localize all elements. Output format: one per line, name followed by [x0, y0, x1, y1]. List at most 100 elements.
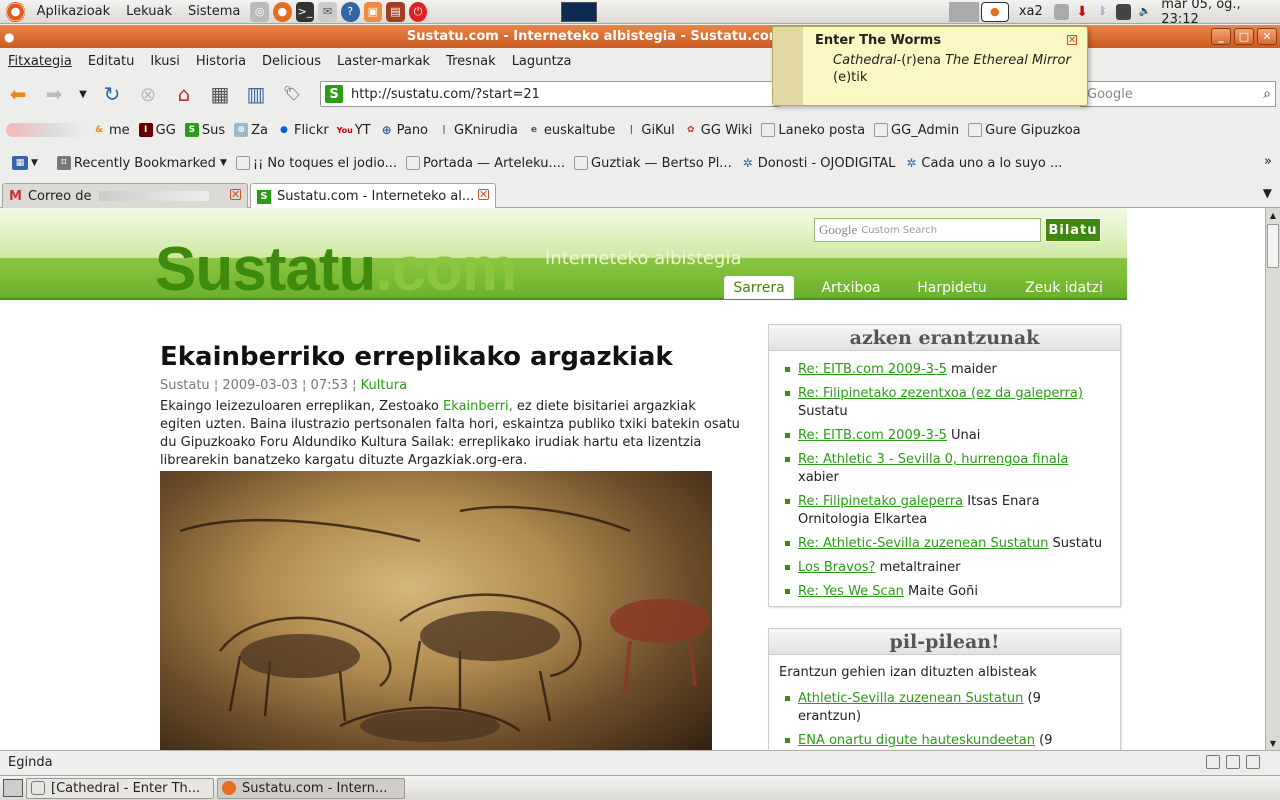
bookmark-arteleku[interactable]: Portada — Arteleku.... — [405, 156, 565, 171]
display-icon[interactable] — [1116, 3, 1132, 20]
menu-tools[interactable]: Tresnak — [438, 54, 504, 69]
help-launcher-icon[interactable]: ◎ — [250, 1, 270, 22]
search-input[interactable]: Google ⌕ — [1080, 81, 1276, 107]
popular-link[interactable]: Athletic-Sevilla zuzenean Sustatun — [798, 691, 1023, 706]
nav-artxiboa[interactable]: Artxiboa — [812, 276, 890, 299]
bookmark-me[interactable]: & me — [92, 123, 130, 138]
ekainberri-link[interactable]: Ekainberri, — [443, 399, 513, 414]
now-playing-notification[interactable]: Enter The Worms Cathedral-(r)ena The Eth… — [772, 26, 1088, 106]
update-notifier-icon[interactable]: ⬇ — [1075, 4, 1090, 20]
site-search-button[interactable]: Bilatu — [1045, 218, 1101, 242]
status-addon-icon[interactable] — [1226, 755, 1240, 769]
tab-sustatu[interactable]: S Sustatu.com - Interneteko al... ✕ — [250, 183, 496, 209]
bookmark-cada-uno[interactable]: ✲ Cada uno a lo suyo ... — [904, 156, 1062, 171]
bookmark-euskaltube[interactable]: e euskaltube — [527, 123, 616, 138]
minimize-icon[interactable]: _ — [1211, 28, 1231, 45]
tools-launcher-icon[interactable]: ▤ — [386, 1, 405, 22]
answer-link[interactable]: Re: Filipinetako galeperra — [798, 494, 963, 509]
status-addon-icon[interactable] — [1206, 755, 1220, 769]
bookmark-gure-gipuzkoa[interactable]: Gure Gipuzkoa — [968, 123, 1081, 138]
shutdown-launcher-icon[interactable]: ⏻ — [408, 1, 428, 22]
back-icon[interactable]: ⬅ — [4, 80, 32, 108]
menu-edit[interactable]: Editatu — [80, 54, 142, 69]
window-menu-icon[interactable]: ● — [4, 30, 14, 44]
forward-icon[interactable]: ➡ — [40, 80, 68, 108]
vertical-scrollbar[interactable]: ▲ ▼ — [1265, 208, 1280, 750]
url-bar[interactable]: S http://sustatu.com/?start=21 — [320, 81, 780, 107]
maximize-icon[interactable]: □ — [1234, 28, 1254, 45]
workspace-switcher[interactable] — [948, 1, 979, 22]
answer-link[interactable]: Re: Filipinetako zezentxoa (ez da galepe… — [798, 386, 1083, 401]
stop-icon[interactable]: ⊗ — [134, 80, 162, 108]
menu-help[interactable]: Laguntza — [504, 54, 580, 69]
nav-zeuk-idatzi[interactable]: Zeuk idatzi — [1018, 276, 1110, 299]
chevron-more-icon[interactable]: » — [1264, 154, 1272, 169]
firefox-tray-icon[interactable]: ● — [980, 1, 1009, 22]
menu-view[interactable]: Ikusi — [142, 54, 188, 69]
scrollbar-thumb[interactable] — [1267, 224, 1279, 268]
tab-list-dropdown-icon[interactable]: ▼ — [1263, 186, 1272, 200]
tag-icon[interactable]: 🏷 — [278, 80, 306, 108]
answer-link[interactable]: Re: Athletic 3 - Sevilla 0, hurrengoa fi… — [798, 452, 1068, 467]
network-icon[interactable] — [1053, 3, 1069, 20]
task-sustatu[interactable]: Sustatu.com - Intern... — [217, 777, 405, 799]
bookmark-recently-bookmarked[interactable]: ⌑ Recently Bookmarked ▼ — [56, 156, 227, 171]
answer-link[interactable]: Re: Athletic-Sevilla zuzenean Sustatun — [798, 536, 1048, 551]
close-tab-icon[interactable]: ✕ — [230, 188, 241, 201]
scroll-down-icon[interactable]: ▼ — [1266, 736, 1280, 750]
search-icon[interactable]: ⌕ — [1263, 86, 1271, 102]
tab-mail[interactable]: M Correo de ✕ — [2, 183, 248, 208]
close-notification-icon[interactable]: ✕ — [1067, 35, 1077, 46]
article-title[interactable]: Ekainberriko erreplikako argazkiak — [160, 342, 673, 372]
bookmark-gg[interactable]: I GG — [138, 123, 176, 138]
bookmark-gikul[interactable]: | GiKul — [624, 123, 675, 138]
bookmark-bertso[interactable]: Guztiak — Bertso Pl... — [574, 156, 732, 171]
ubuntu-logo-icon[interactable] — [6, 1, 25, 22]
answer-link[interactable]: Re: Yes We Scan — [798, 584, 904, 599]
menu-history[interactable]: Historia — [188, 54, 254, 69]
menu-bookmarks[interactable]: Laster-markak — [329, 54, 438, 69]
bookmark-gknirudia[interactable]: | GKnirudia — [437, 123, 518, 138]
menu-system[interactable]: Sistema — [180, 4, 248, 19]
cave-painting-image[interactable] — [160, 471, 712, 750]
volume-icon[interactable]: 🔈 — [1137, 4, 1152, 20]
home-icon[interactable]: ⌂ — [170, 80, 198, 108]
article-category[interactable]: Kultura — [361, 378, 407, 393]
bookmark-gg-admin[interactable]: GG_Admin — [874, 123, 959, 138]
terminal-launcher-icon[interactable]: >_ — [295, 1, 315, 22]
bookmark-flickr[interactable]: ● Flickr — [277, 123, 329, 138]
help-launcher-icon[interactable]: ? — [340, 1, 360, 22]
bookmark-no-toques[interactable]: ¡¡ No toques el jodio... — [235, 156, 397, 171]
mail-launcher-icon[interactable]: ✉ — [318, 1, 337, 22]
nav-sarrera[interactable]: Sarrera — [724, 276, 794, 299]
history-dropdown-icon[interactable]: ▼ — [76, 80, 90, 108]
delicious-icon[interactable]: ▦ — [206, 80, 234, 108]
close-tab-icon[interactable]: ✕ — [478, 188, 489, 201]
menu-applications[interactable]: Aplikazioak — [29, 4, 119, 19]
site-logo[interactable]: Sustatu.com — [155, 234, 517, 305]
bookmark-laneko-posta[interactable]: Laneko posta — [761, 123, 865, 138]
bookmark-pano[interactable]: ⊕ Pano — [380, 123, 428, 138]
package-launcher-icon[interactable]: ▣ — [363, 1, 383, 22]
bookmark-gg-wiki[interactable]: ✿ GG Wiki — [684, 123, 752, 138]
firefox-launcher-icon[interactable]: ● — [273, 1, 292, 22]
answer-link[interactable]: Re: EITB.com 2009-3-5 — [798, 362, 947, 377]
menu-delicious[interactable]: Delicious — [254, 54, 329, 69]
nav-harpidetu[interactable]: Harpidetu — [910, 276, 994, 299]
show-desktop-icon[interactable] — [3, 779, 23, 797]
status-mail-icon[interactable] — [1246, 755, 1260, 769]
clock[interactable]: mar 05, og., 23:12 — [1161, 0, 1280, 27]
window-titlebar[interactable]: ● Sustatu.com - Interneteko albistegia -… — [0, 25, 1280, 48]
bookmark-ojodigital[interactable]: ✲ Donosti - OJODIGITAL — [741, 156, 896, 171]
reload-icon[interactable]: ↻ — [98, 80, 126, 108]
popular-link[interactable]: ENA onartu digute hauteskundeetan — [798, 733, 1035, 748]
bookmarks-menu-button[interactable]: ▦ ▼ — [12, 156, 38, 170]
close-window-icon[interactable]: ✕ — [1257, 28, 1277, 45]
bluetooth-icon[interactable]: ᛒ — [1096, 4, 1111, 20]
menu-places[interactable]: Lekuak — [118, 4, 180, 19]
bookmark-yt[interactable]: You YT — [337, 123, 371, 138]
answer-link[interactable]: Re: EITB.com 2009-3-5 — [798, 428, 947, 443]
scroll-up-icon[interactable]: ▲ — [1266, 208, 1280, 222]
system-monitor-graph[interactable] — [561, 1, 597, 22]
sidebar-icon[interactable]: ▥ — [242, 80, 270, 108]
